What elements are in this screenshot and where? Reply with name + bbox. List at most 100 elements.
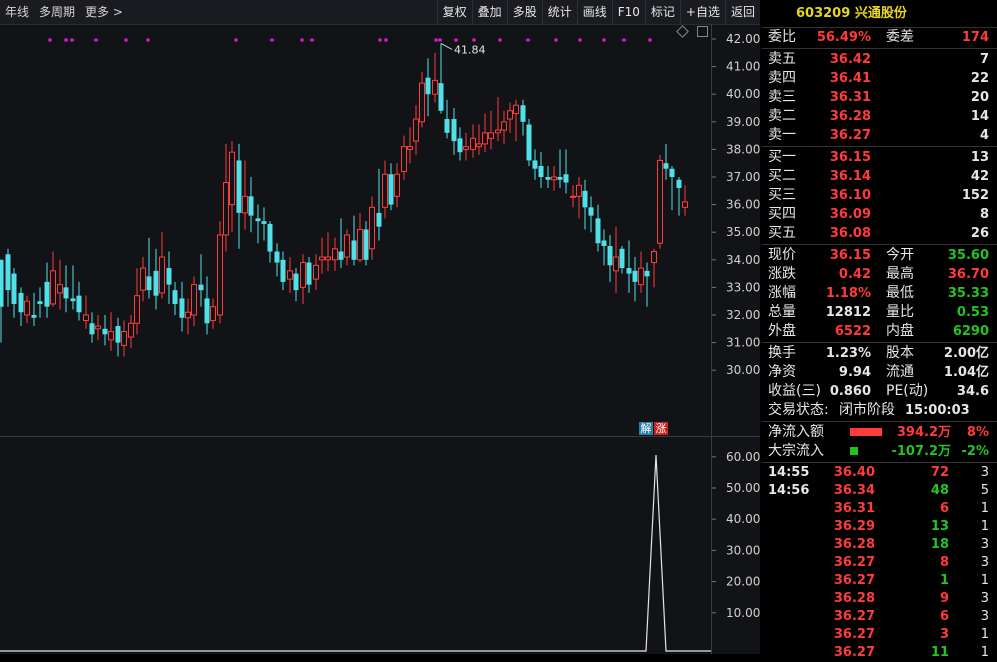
candle-body-down[interactable] (451, 119, 457, 142)
signal-marker[interactable] (578, 38, 582, 42)
candle-body-down[interactable] (0, 259, 4, 307)
signal-marker[interactable] (384, 38, 388, 42)
candle-body-down[interactable] (166, 268, 172, 285)
candle-body-down[interactable] (274, 251, 280, 263)
candle-body-down[interactable] (248, 196, 254, 216)
candle-body-down[interactable] (607, 246, 613, 266)
candle-body-down[interactable] (293, 273, 299, 291)
candle-body-down[interactable] (255, 218, 261, 222)
candle-body-up[interactable] (382, 173, 388, 208)
candle-body-down[interactable] (532, 160, 538, 169)
candle-body-up[interactable] (432, 79, 438, 95)
candle-body-down[interactable] (338, 251, 344, 260)
candle-body-down[interactable] (37, 301, 43, 304)
candle-body-up[interactable] (369, 206, 375, 250)
candle-body-down[interactable] (172, 290, 178, 304)
candle-body-up[interactable] (657, 159, 663, 244)
signal-marker[interactable] (70, 38, 74, 42)
candle-body-up[interactable] (217, 234, 223, 316)
signal-marker[interactable] (526, 38, 530, 42)
candle-body-up[interactable] (332, 248, 338, 261)
candle-body-down[interactable] (76, 295, 82, 313)
candle-body-up[interactable] (128, 322, 134, 338)
bid-row[interactable]: 买三 36.10 152 (762, 186, 997, 205)
candle-body-up[interactable] (121, 331, 127, 346)
candle-body-down[interactable] (63, 287, 69, 299)
candle-body-down[interactable] (425, 77, 431, 95)
signal-marker[interactable] (64, 38, 68, 42)
candle-body-up[interactable] (50, 270, 56, 305)
signal-marker[interactable] (300, 38, 304, 42)
candle-body-up[interactable] (513, 104, 519, 115)
candle-body-down[interactable] (267, 223, 273, 252)
signal-marker[interactable] (498, 38, 502, 42)
candle-body-up[interactable] (413, 118, 419, 142)
candle-body-down[interactable] (626, 268, 632, 274)
candle-body-up[interactable] (57, 284, 63, 294)
candle-body-up[interactable] (570, 195, 576, 198)
candle-body-down[interactable] (89, 323, 95, 335)
signal-marker[interactable] (270, 38, 274, 42)
candle-body-up[interactable] (651, 251, 657, 264)
bid-row[interactable]: 买二 36.14 42 (762, 167, 997, 186)
candle-body-down[interactable] (198, 284, 204, 291)
signal-marker[interactable] (234, 38, 238, 42)
candle-body-up[interactable] (223, 182, 229, 236)
candle-body-down[interactable] (31, 315, 37, 318)
candle-body-up[interactable] (463, 146, 469, 150)
signal-marker[interactable] (648, 38, 652, 42)
kline-chart[interactable]: 42.00 41.00 40.00 39.00 38.00 37.00 36.00 35.00… (0, 0, 760, 654)
candle-body-up[interactable] (140, 267, 146, 291)
candle-body-down[interactable] (44, 281, 50, 307)
candle-body-down[interactable] (557, 177, 563, 180)
candle-body-up[interactable] (682, 201, 688, 208)
candle-body-down[interactable] (306, 262, 312, 285)
ask-row[interactable]: 卖二 36.28 14 (762, 107, 997, 126)
candle-body-down[interactable] (595, 218, 601, 244)
candle-body-down[interactable] (520, 105, 526, 122)
candle-body-up[interactable] (495, 129, 501, 134)
signal-marker[interactable] (438, 38, 442, 42)
candle-body-down[interactable] (538, 165, 544, 177)
candle-body-down[interactable] (102, 328, 108, 335)
candle-body-up[interactable] (476, 143, 482, 148)
ask-row[interactable]: 卖一 36.27 4 (762, 126, 997, 145)
candle-body-up[interactable] (159, 256, 165, 294)
signal-marker[interactable] (94, 38, 98, 42)
candle-body-down[interactable] (588, 207, 594, 216)
candle-body-down[interactable] (236, 160, 242, 213)
candle-body-up[interactable] (576, 184, 582, 197)
candle-body-down[interactable] (11, 273, 17, 304)
candle-body-down[interactable] (363, 229, 369, 260)
candle-body-down[interactable] (146, 276, 152, 291)
candle-body-down[interactable] (545, 177, 551, 180)
signal-marker[interactable] (434, 38, 438, 42)
candle-body-down[interactable] (5, 254, 11, 291)
candle-body-up[interactable] (394, 173, 400, 197)
ask-row[interactable]: 卖三 36.31 20 (762, 88, 997, 107)
candle-body-up[interactable] (300, 262, 306, 288)
candle-body-down[interactable] (669, 168, 675, 177)
ask-row[interactable]: 卖四 36.41 22 (762, 69, 997, 88)
candle-body-down[interactable] (351, 240, 357, 260)
candle-body-up[interactable] (488, 132, 494, 139)
candle-body-up[interactable] (24, 300, 30, 316)
candle-body-down[interactable] (179, 298, 185, 318)
candle-body-down[interactable] (582, 190, 588, 208)
candle-body-down[interactable] (644, 270, 650, 277)
candle-body-up[interactable] (108, 331, 114, 341)
signal-marker[interactable] (146, 38, 150, 42)
tick-list[interactable]: 14:55 36.40 72 3 14:56 36.34 48 5 36.31 6 1 36.29 13… (762, 464, 997, 662)
signal-marker[interactable] (602, 38, 606, 42)
unlock-badge[interactable]: 解 (639, 422, 653, 435)
candle-body-up[interactable] (319, 256, 325, 261)
candle-body-up[interactable] (419, 82, 425, 123)
candle-body-up[interactable] (482, 132, 488, 145)
chart-area[interactable]: 年线 多周期 更多 > 复权 叠加 多股 统计 画线 F10 标记 +自选 返回 42.00 41.0… (0, 0, 760, 654)
candle-body-up[interactable] (95, 325, 101, 330)
candle-body-up[interactable] (357, 228, 363, 261)
candle-body-up[interactable] (507, 110, 513, 120)
rise-badge[interactable]: 涨 (654, 422, 668, 435)
candle-body-down[interactable] (261, 221, 267, 224)
candle-body-up[interactable] (613, 256, 619, 272)
